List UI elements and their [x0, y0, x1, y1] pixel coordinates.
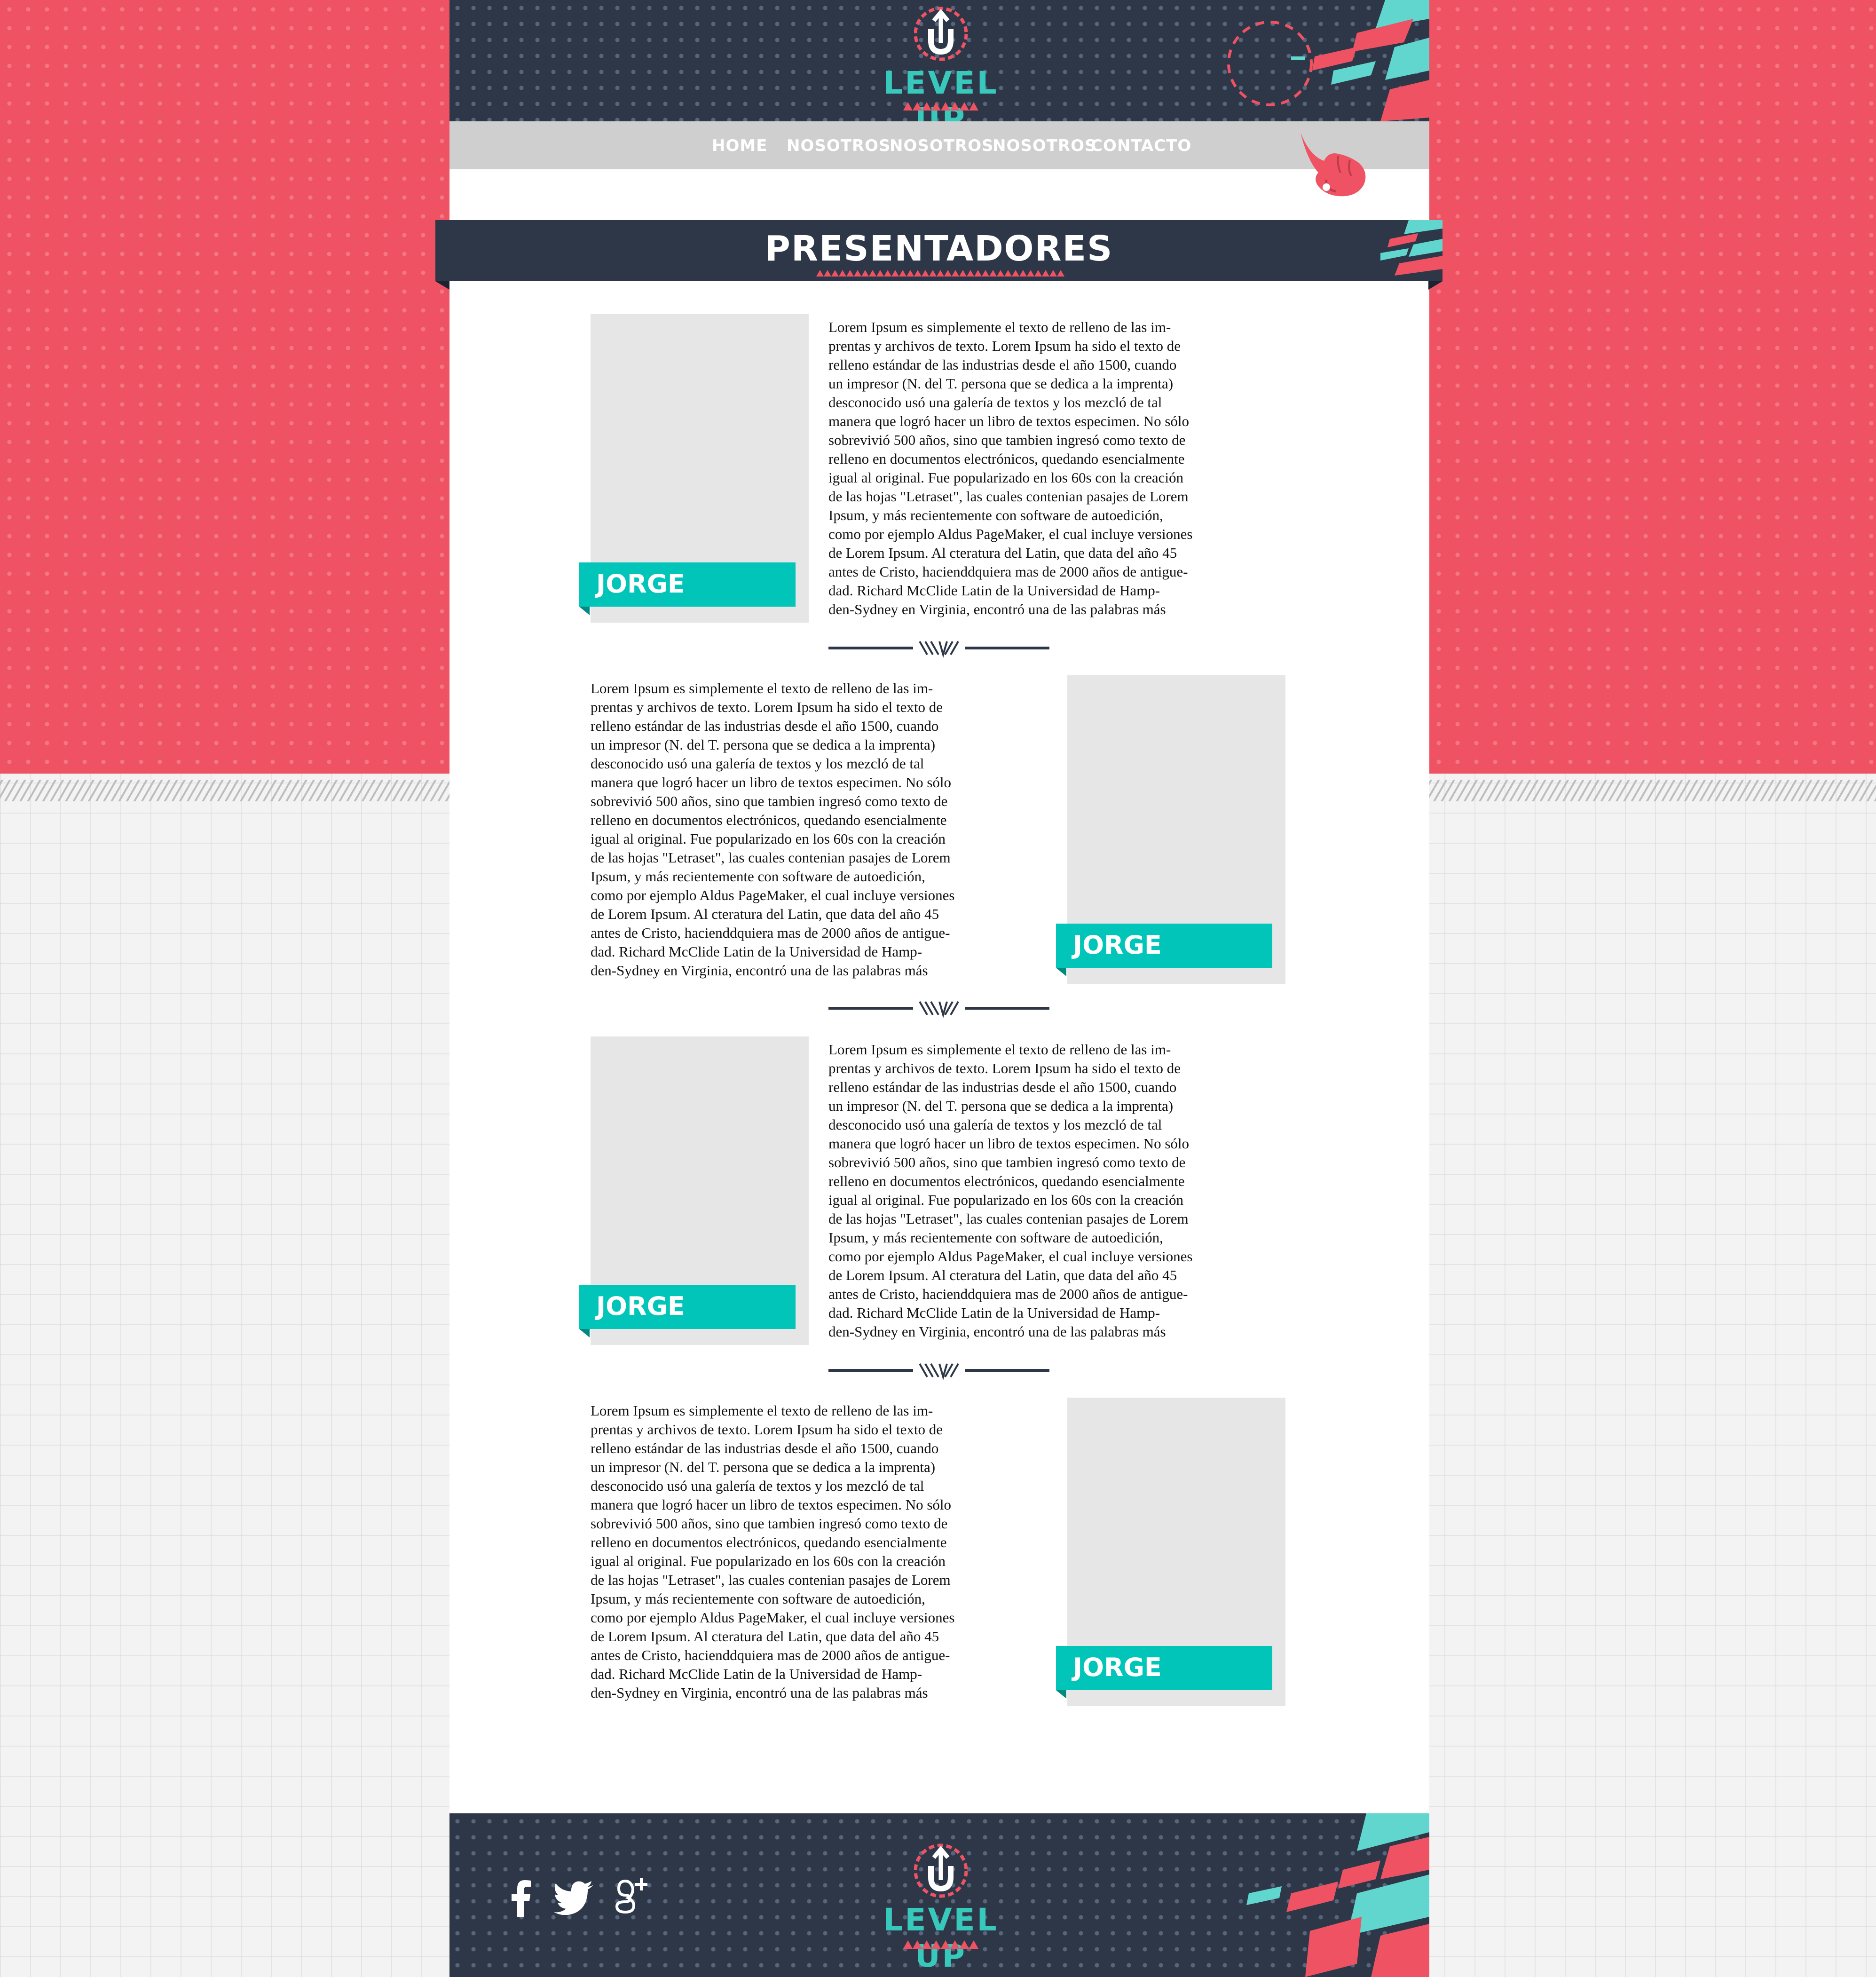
- nav-item-nosotros-2[interactable]: NOSOTROS: [890, 136, 994, 155]
- nav-item-nosotros-3[interactable]: NOSOTROS: [993, 136, 1097, 155]
- presenter-name: JORGE: [596, 1291, 685, 1321]
- logo-zigzag-decoration: [903, 102, 978, 111]
- presenter-bio: Lorem Ipsum es simplemente el texto de r…: [591, 1402, 955, 1701]
- nav-item-home[interactable]: HOME: [712, 136, 767, 155]
- nav-item-contacto[interactable]: CONTACTO: [1091, 136, 1191, 155]
- presenter-name-tag: JORGE: [1056, 924, 1272, 976]
- site-footer: LEVEL UP: [449, 1813, 1429, 1977]
- site-header: LEVEL UP: [449, 0, 1429, 121]
- presenter-name-tag: JORGE: [579, 562, 796, 615]
- presenter-bio: Lorem Ipsum es simplemente el texto de r…: [828, 1041, 1193, 1340]
- presenter-name-tag: JORGE: [579, 1285, 796, 1337]
- presenter-name: JORGE: [596, 569, 685, 599]
- main-nav: HOME NOSOTROS NOSOTROS NOSOTROS CONTACTO: [449, 121, 1429, 197]
- presenter-name: JORGE: [1073, 930, 1162, 960]
- banner-fold-left: [435, 281, 449, 290]
- name-tag-fold: [579, 607, 590, 615]
- page-container: LEVEL UP HOME NOSOTROS NOSOTROS NOSOTROS…: [449, 0, 1429, 1977]
- banner-fold-right: [1428, 281, 1442, 290]
- presenter-bio: Lorem Ipsum es simplemente el texto de r…: [828, 319, 1193, 617]
- hand-pointer-icon: [1301, 133, 1366, 197]
- google-plus-icon[interactable]: [614, 1876, 652, 1916]
- footer-logo[interactable]: LEVEL UP: [859, 1842, 1023, 1974]
- section-divider: [828, 1001, 1049, 1019]
- name-tag-fold: [579, 1329, 590, 1337]
- footer-stripes-decoration: [1246, 1813, 1429, 1977]
- title-zigzag-decoration: [816, 270, 1064, 277]
- presenter-name: JORGE: [1073, 1653, 1162, 1682]
- facebook-icon[interactable]: [510, 1879, 533, 1919]
- logo-text: LEVEL UP: [883, 65, 999, 121]
- header-logo[interactable]: LEVEL UP: [859, 5, 1023, 121]
- logo-badge-icon: [914, 1843, 968, 1898]
- name-tag-fold: [1056, 1690, 1066, 1699]
- twitter-icon[interactable]: [554, 1881, 594, 1917]
- section-title-banner: PRESENTADORES: [435, 220, 1442, 281]
- logo-text: LEVEL UP: [883, 1902, 999, 1974]
- section-divider: [828, 641, 1049, 658]
- page-title: PRESENTADORES: [765, 229, 1113, 269]
- nav-item-nosotros[interactable]: NOSOTROS: [787, 136, 891, 155]
- name-tag-fold: [1056, 968, 1066, 976]
- title-stripes-decoration: [1380, 220, 1442, 276]
- section-divider: [828, 1363, 1049, 1381]
- header-stripes-decoration: [1291, 0, 1429, 121]
- presenter-name-tag: JORGE: [1056, 1646, 1272, 1699]
- logo-zigzag-decoration: [903, 1940, 978, 1949]
- logo-badge-icon: [914, 7, 968, 61]
- presenter-bio: Lorem Ipsum es simplemente el texto de r…: [591, 680, 955, 979]
